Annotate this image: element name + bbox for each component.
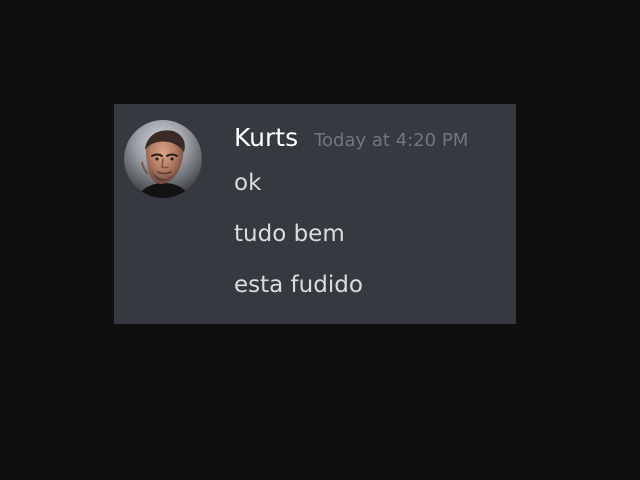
message-line-1: ok [234,170,262,196]
user-avatar[interactable] [124,120,202,198]
message-header: Kurts Today at 4:20 PM [234,122,468,154]
username[interactable]: Kurts [234,122,298,154]
avatar-image-icon [124,120,202,198]
chat-message-card: Kurts Today at 4:20 PM ok tudo bem esta … [114,104,516,324]
message-body: ok tudo bem esta fudido [234,168,504,300]
page: Kurts Today at 4:20 PM ok tudo bem esta … [0,0,640,480]
message-line-3: esta fudido [234,272,363,298]
message-timestamp: Today at 4:20 PM [314,130,469,151]
message-line-2: tudo bem [234,221,345,247]
